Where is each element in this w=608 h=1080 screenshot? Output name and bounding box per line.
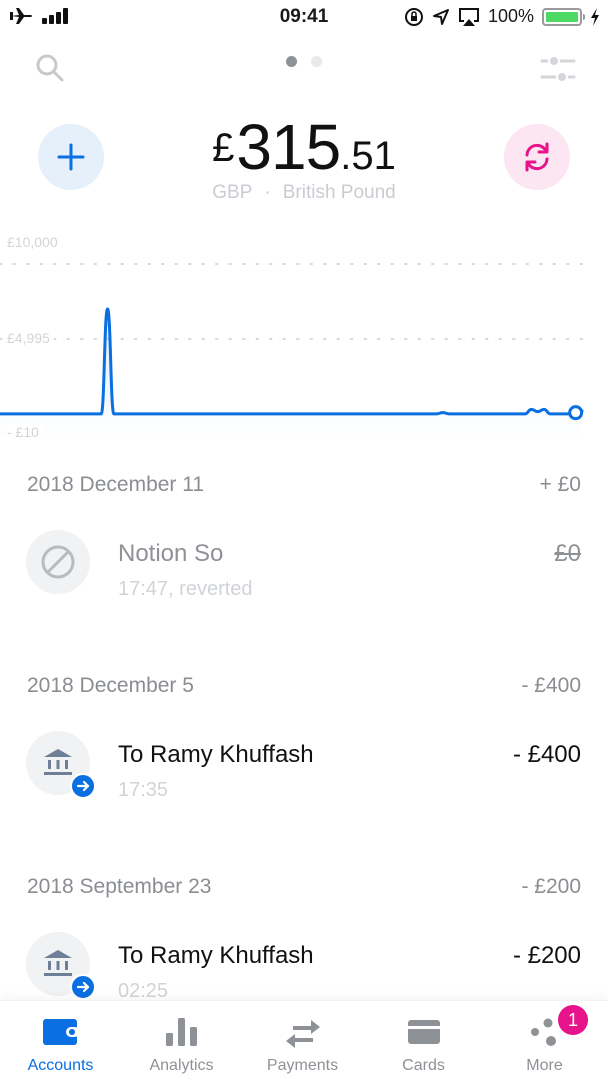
y-tick-label: £10,000 <box>7 234 62 250</box>
tab-label: Accounts <box>27 1057 94 1074</box>
tab-analytics[interactable]: Analytics <box>121 1001 242 1080</box>
day-total: - £200 <box>521 875 581 898</box>
day-date: 2018 September 23 <box>27 875 212 898</box>
page-dot-1[interactable] <box>286 56 297 67</box>
exchange-button[interactable] <box>504 124 570 190</box>
sliders-icon <box>540 55 576 83</box>
transaction-icon <box>26 731 96 799</box>
filter-button[interactable] <box>540 52 576 86</box>
transaction-amount: - £200 <box>512 942 581 969</box>
balance-chart[interactable]: £10,000 £4,995 - £10 <box>0 228 608 450</box>
tab-label: Cards <box>402 1057 445 1074</box>
tab-bar: Accounts Analytics Payments Cards More <box>0 1000 608 1080</box>
transaction-title: To Ramy Khuffash <box>118 942 314 969</box>
day-total: + £0 <box>539 473 581 496</box>
transfer-arrows-icon <box>285 1020 320 1048</box>
transaction-list[interactable]: 2018 December 11 + £0 Notion So 17:47, r… <box>0 460 608 1063</box>
day-date: 2018 December 11 <box>27 473 205 496</box>
airplay-icon <box>458 7 479 26</box>
chart-current-point[interactable] <box>568 405 584 421</box>
tab-payments[interactable]: Payments <box>242 1001 363 1080</box>
battery-percent: 100% <box>487 6 534 26</box>
top-nav <box>0 44 608 94</box>
transaction-amount: £0 <box>554 540 581 567</box>
tab-label: More <box>526 1057 563 1074</box>
dots-icon <box>530 1018 556 1046</box>
page-dot-2[interactable] <box>311 56 322 67</box>
tab-more[interactable]: More <box>484 1001 605 1080</box>
bank-icon <box>44 950 72 976</box>
transaction-subtitle: 17:47, reverted <box>118 578 253 600</box>
chart-line-balance <box>0 307 584 416</box>
tab-label: Analytics <box>149 1057 214 1074</box>
rotation-lock-icon <box>404 7 423 26</box>
y-tick-label: - £10 <box>7 424 43 440</box>
tab-accounts[interactable]: Accounts <box>0 1001 121 1080</box>
bar-chart-icon <box>165 1018 197 1046</box>
chart-canvas[interactable] <box>0 228 608 450</box>
balance-header: £315.51 GBP · British Pound <box>0 110 608 210</box>
currency-code: GBP <box>212 182 253 203</box>
day-header: 2018 December 5 - £400 <box>0 661 608 711</box>
transaction-row[interactable]: To Ramy Khuffash 17:35 - £400 <box>0 711 608 862</box>
arrow-right-icon <box>76 780 90 792</box>
tab-label: Payments <box>266 1057 339 1074</box>
day-date: 2018 December 5 <box>27 674 194 697</box>
transfer-badge <box>70 773 96 799</box>
transaction-subtitle: 17:35 <box>118 779 169 801</box>
transaction-amount: - £400 <box>512 741 581 768</box>
tab-cards[interactable]: Cards <box>363 1001 484 1080</box>
page-indicator[interactable] <box>0 56 608 67</box>
status-bar: 09:41 100% <box>0 0 608 36</box>
card-icon <box>407 1020 440 1044</box>
day-total: - £400 <box>521 674 581 697</box>
bank-icon <box>44 749 72 775</box>
notification-badge: 1 <box>558 1005 588 1035</box>
arrow-right-icon <box>76 981 90 993</box>
transaction-title: Notion So <box>118 540 224 567</box>
transaction-icon <box>26 530 90 594</box>
chart-area <box>0 308 582 439</box>
currency-label[interactable]: GBP · British Pound <box>0 182 608 204</box>
balance-integer: 315 <box>236 111 341 183</box>
transfer-badge <box>70 974 96 1000</box>
exchange-icon <box>525 142 549 172</box>
currency-symbol: £ <box>212 126 235 170</box>
y-tick-label: £4,995 <box>7 330 54 346</box>
day-header: 2018 September 23 - £200 <box>0 862 608 912</box>
charging-icon <box>591 7 599 26</box>
declined-icon <box>41 545 75 579</box>
separator: · <box>264 182 271 203</box>
transaction-icon <box>26 932 96 1000</box>
balance-decimal: .51 <box>340 134 396 178</box>
wallet-icon <box>42 1019 80 1045</box>
day-header: 2018 December 11 + £0 <box>0 460 608 510</box>
battery-icon <box>542 7 585 26</box>
transaction-title: To Ramy Khuffash <box>118 741 314 768</box>
transaction-row[interactable]: Notion So 17:47, reverted £0 <box>0 510 608 661</box>
currency-name: British Pound <box>282 182 396 203</box>
location-icon <box>432 8 449 25</box>
